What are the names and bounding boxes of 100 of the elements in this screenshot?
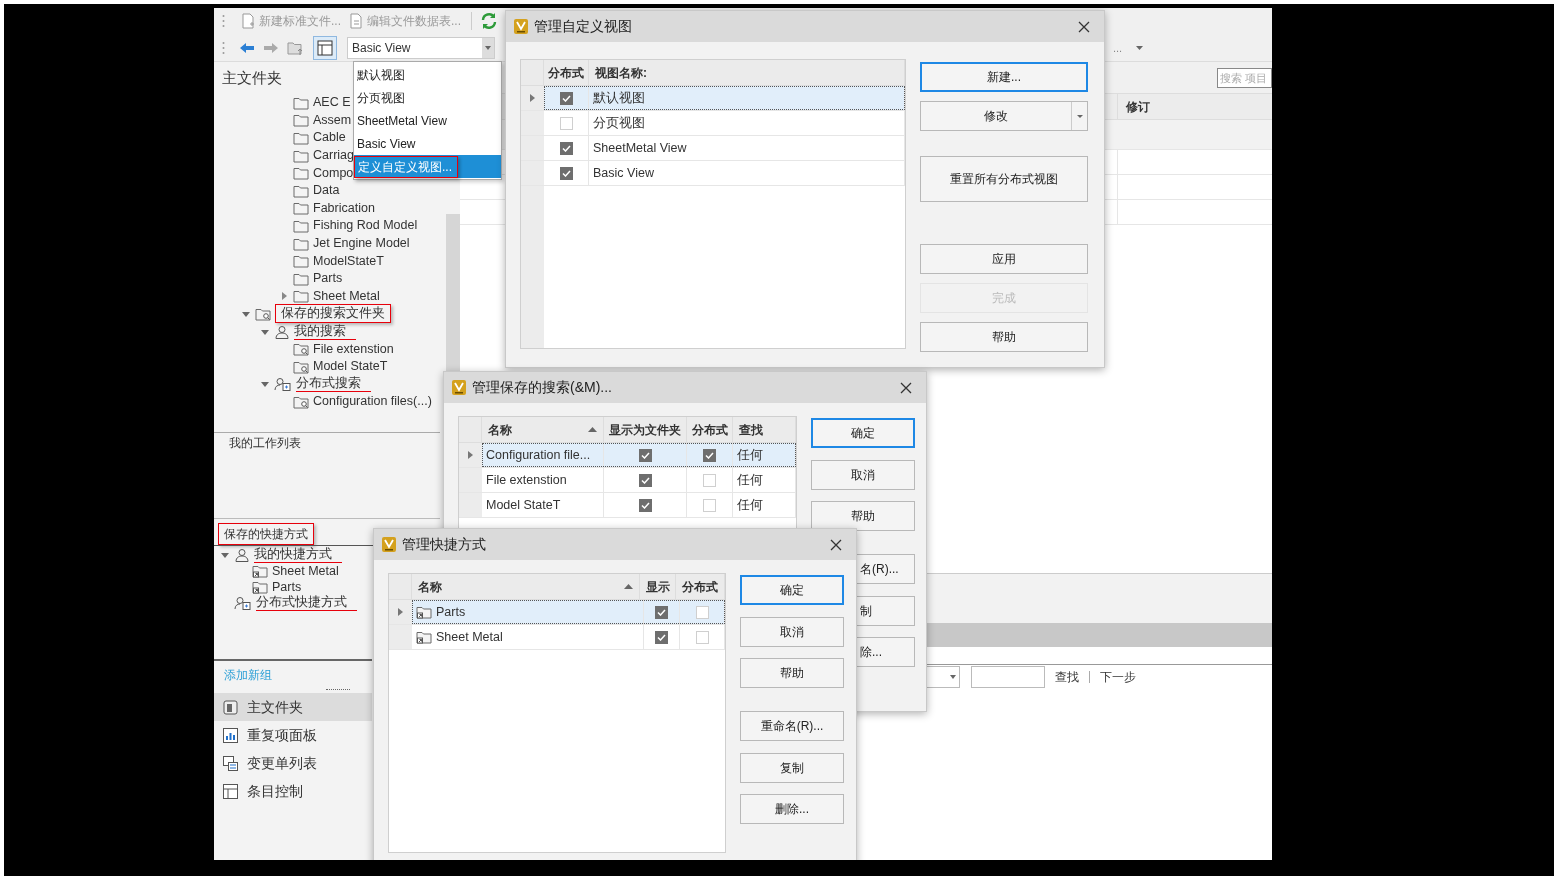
tree-item[interactable]: 保存的搜索文件夹 [275,304,391,324]
folder-up-icon[interactable] [287,39,305,56]
tree-item[interactable]: Compo [313,165,354,181]
tree-item[interactable]: Model StateT [313,359,388,375]
column-header[interactable]: 分布式 [687,417,733,442]
checkbox[interactable] [638,473,652,487]
close-icon[interactable] [830,538,842,551]
column-header[interactable]: 查找 [733,417,796,442]
checkbox[interactable] [703,498,716,512]
dialog-button[interactable]: 应用 [920,244,1088,274]
column-header[interactable]: 分布式 [544,60,589,85]
nav-item[interactable]: 主文件夹 [214,693,372,721]
dialog-button[interactable]: 取消 [740,617,844,647]
tree-item[interactable]: Data [313,183,340,199]
split-button[interactable]: 修改 [920,101,1088,131]
dialog-button[interactable]: 重命名(R)... [740,711,844,741]
column-header[interactable]: 名称 [412,574,640,599]
forward-arrow-icon[interactable] [263,41,279,54]
column-header[interactable]: 名称 [482,417,604,442]
scrollbar-thumb[interactable] [446,214,460,374]
grip-icon[interactable] [222,40,225,55]
next-button[interactable]: 下一步 [1100,667,1136,686]
nav-item[interactable]: 重复项面板 [214,721,372,749]
row-selector[interactable] [459,443,482,467]
tree-item[interactable]: Fishing Rod Model [313,218,418,234]
dialog-button[interactable]: 重置所有分布式视图 [920,156,1088,202]
checkbox[interactable] [695,630,709,644]
checkbox[interactable] [638,498,652,512]
checkbox[interactable] [655,605,668,619]
tree-item[interactable]: File extenstion [313,341,394,357]
checkbox[interactable] [695,605,709,619]
column-header[interactable]: 显示为文件夹 [604,417,687,442]
table-row[interactable]: Configuration file... 任何 [482,443,796,467]
dialog-button[interactable]: 帮助 [920,322,1088,352]
find-field[interactable] [971,665,1045,688]
checkmark-icon [640,501,650,509]
menu-item[interactable]: 分页视图 [354,86,501,109]
checkbox[interactable] [638,448,652,462]
tree-item[interactable]: Carriag [313,148,354,164]
dialog-button[interactable]: 帮助 [740,658,844,688]
dialog-button[interactable]: 确定 [811,418,915,448]
tree-item[interactable]: AEC E [313,95,351,111]
refresh-icon[interactable] [480,12,499,31]
close-icon[interactable] [900,381,912,394]
checkbox[interactable] [703,448,716,462]
view-select[interactable]: Basic View [347,36,495,59]
tree-item[interactable]: 我的搜索 [294,323,356,340]
tree-item[interactable]: 分布式快捷方式 [256,595,357,611]
caret-icon[interactable] [1136,45,1144,50]
nav-item[interactable]: 条目控制 [214,777,372,805]
close-icon[interactable] [1078,20,1090,33]
section-header[interactable]: 保存的快捷方式 [218,523,314,545]
column-header[interactable]: 分布式 [676,574,725,599]
dialog-button[interactable]: 确定 [740,575,844,605]
checkbox[interactable] [559,166,573,180]
column-header[interactable]: 显示 [640,574,676,599]
checkbox[interactable] [703,473,716,487]
tree-item[interactable]: ModelStateT [313,253,384,269]
tree-item[interactable]: Parts [272,579,302,595]
tree-item[interactable]: Jet Engine Model [313,236,410,252]
dialog-button[interactable]: 取消 [811,460,915,490]
tree-item[interactable]: Cable [313,130,346,146]
find-button[interactable]: 查找 [1055,667,1079,686]
section-header[interactable]: 我的工作列表 [214,434,440,452]
folder-icon [293,254,309,269]
tree-item[interactable]: Sheet Metal [272,563,339,579]
table-row[interactable]: 默认视图 [544,86,905,110]
search-field[interactable]: 搜索 项目 [1217,67,1272,88]
column-header[interactable]: 视图名称: [589,60,905,85]
tree-item[interactable]: 分布式搜索 [296,376,371,393]
dialog-button[interactable]: 复制 [740,753,844,783]
grip-icon[interactable] [222,14,225,29]
table-cell-text: 默认视图 [593,89,645,107]
back-arrow-icon[interactable] [239,41,255,54]
tree-item[interactable]: Parts [313,271,343,287]
menu-item[interactable]: SheetMetal View [354,109,501,132]
tree-item[interactable]: 我的快捷方式 [254,547,342,563]
table-row[interactable]: Parts [412,600,725,624]
folder-shortcut-icon [416,630,432,644]
checkbox[interactable] [559,116,573,130]
table-cell-text: 分页视图 [593,114,645,132]
tree-item[interactable]: Assem [313,112,352,128]
nav-item[interactable]: 变更单列表 [214,749,372,777]
menu-item[interactable]: Basic View [354,132,501,155]
dialog-button[interactable]: 删除... [740,794,844,824]
menu-item[interactable]: 定义自定义视图... [354,155,501,178]
tree-item[interactable]: Sheet Metal [313,288,380,304]
dialog-button[interactable]: 新建... [920,62,1088,92]
checkbox[interactable] [559,91,573,105]
row-selector[interactable] [521,86,544,110]
tree-item[interactable]: Fabrication [313,200,375,216]
checkbox[interactable] [655,630,668,644]
menu-item[interactable]: 默认视图 [354,63,501,86]
tree-item[interactable]: Configuration files(...) [313,394,432,410]
dialog-button[interactable]: 帮助 [811,501,915,531]
row-selector[interactable] [389,600,412,624]
tree-toggle-icon[interactable] [279,291,289,302]
checkbox[interactable] [559,141,573,155]
layout-toggle-button[interactable] [313,35,337,60]
tree-toggle-icon[interactable] [220,550,230,560]
